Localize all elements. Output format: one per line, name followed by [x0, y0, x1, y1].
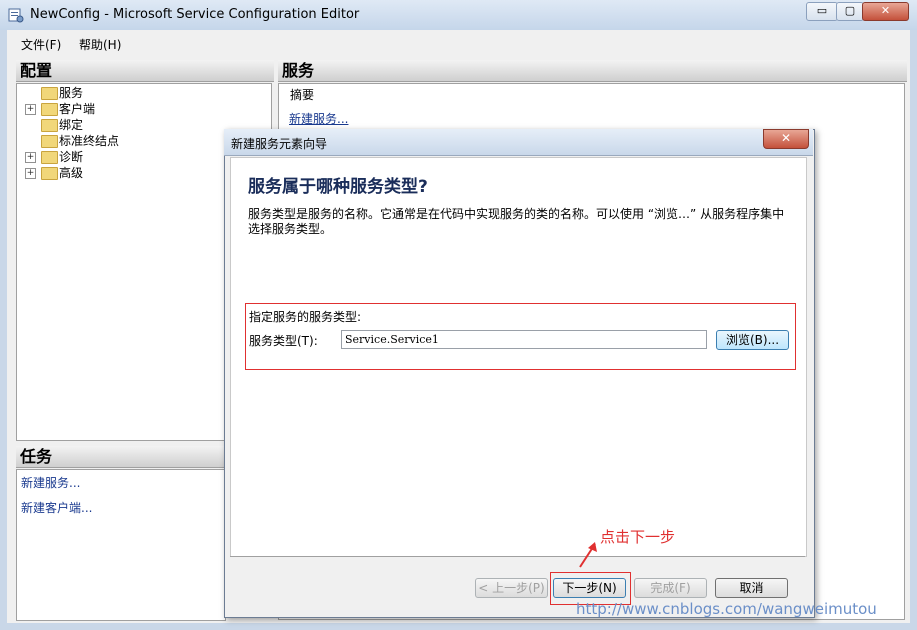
tree-item-label: 诊断	[59, 150, 84, 164]
dialog-heading: 服务属于哪种服务类型?	[248, 177, 428, 197]
next-button[interactable]: 下一步(N)	[553, 578, 626, 598]
folder-icon	[41, 119, 58, 132]
tasks-pane: 新建服务... 新建客户端...	[16, 469, 226, 621]
dialog-close-button[interactable]: ✕	[763, 129, 809, 149]
browse-button[interactable]: 浏览(B)...	[716, 330, 789, 350]
maximize-button[interactable]: ▢	[836, 2, 864, 21]
minimize-button[interactable]: ▭	[806, 2, 838, 21]
service-type-label: 服务类型(T):	[249, 334, 318, 348]
config-pane-title: 配置	[16, 60, 274, 82]
annotation-text: 点击下一步	[600, 528, 676, 546]
menu-file[interactable]: 文件(F)	[21, 36, 61, 53]
menu-bar	[7, 32, 910, 54]
previous-button[interactable]: < 上一步(P)	[475, 578, 548, 598]
tree-item-label: 高级	[59, 166, 84, 180]
service-type-input[interactable]: Service.Service1	[341, 330, 707, 349]
tasks-pane-title: 任务	[16, 446, 228, 468]
task-new-client-link[interactable]: 新建客户端...	[21, 499, 92, 516]
finish-button[interactable]: 完成(F)	[634, 578, 707, 598]
expand-icon[interactable]: +	[25, 152, 36, 163]
dialog-separator	[230, 556, 805, 557]
summary-label: 摘要	[290, 88, 315, 102]
folder-icon	[41, 167, 58, 180]
close-button[interactable]: ✕	[862, 2, 909, 21]
watermark: http://www.cnblogs.com/wangweimutou	[576, 600, 877, 618]
services-pane-title: 服务	[278, 60, 907, 82]
new-service-link[interactable]: 新建服务...	[289, 110, 348, 127]
expand-icon[interactable]: +	[25, 168, 36, 179]
window-title: NewConfig - Microsoft Service Configurat…	[30, 7, 360, 22]
tree-item-label: 标准终结点	[59, 134, 120, 148]
dialog-description: 服务类型是服务的名称。它通常是在代码中实现服务的类的名称。可以使用 “浏览…” …	[248, 207, 785, 236]
task-new-service-link[interactable]: 新建服务...	[21, 474, 80, 491]
folder-icon	[41, 135, 58, 148]
folder-icon	[41, 87, 58, 100]
tree-item-label: 服务	[59, 86, 84, 100]
service-type-group-label: 指定服务的服务类型:	[249, 310, 362, 324]
expand-icon[interactable]: +	[25, 104, 36, 115]
annotation-arrow-icon	[579, 542, 597, 568]
menu-help[interactable]: 帮助(H)	[79, 36, 121, 53]
folder-icon	[41, 103, 58, 116]
app-icon	[8, 8, 24, 23]
tree-item-label: 客户端	[59, 102, 96, 116]
folder-icon	[41, 151, 58, 164]
dialog-title: 新建服务元素向导	[231, 137, 328, 151]
cancel-button[interactable]: 取消	[715, 578, 788, 598]
tree-item-label: 绑定	[59, 118, 84, 132]
